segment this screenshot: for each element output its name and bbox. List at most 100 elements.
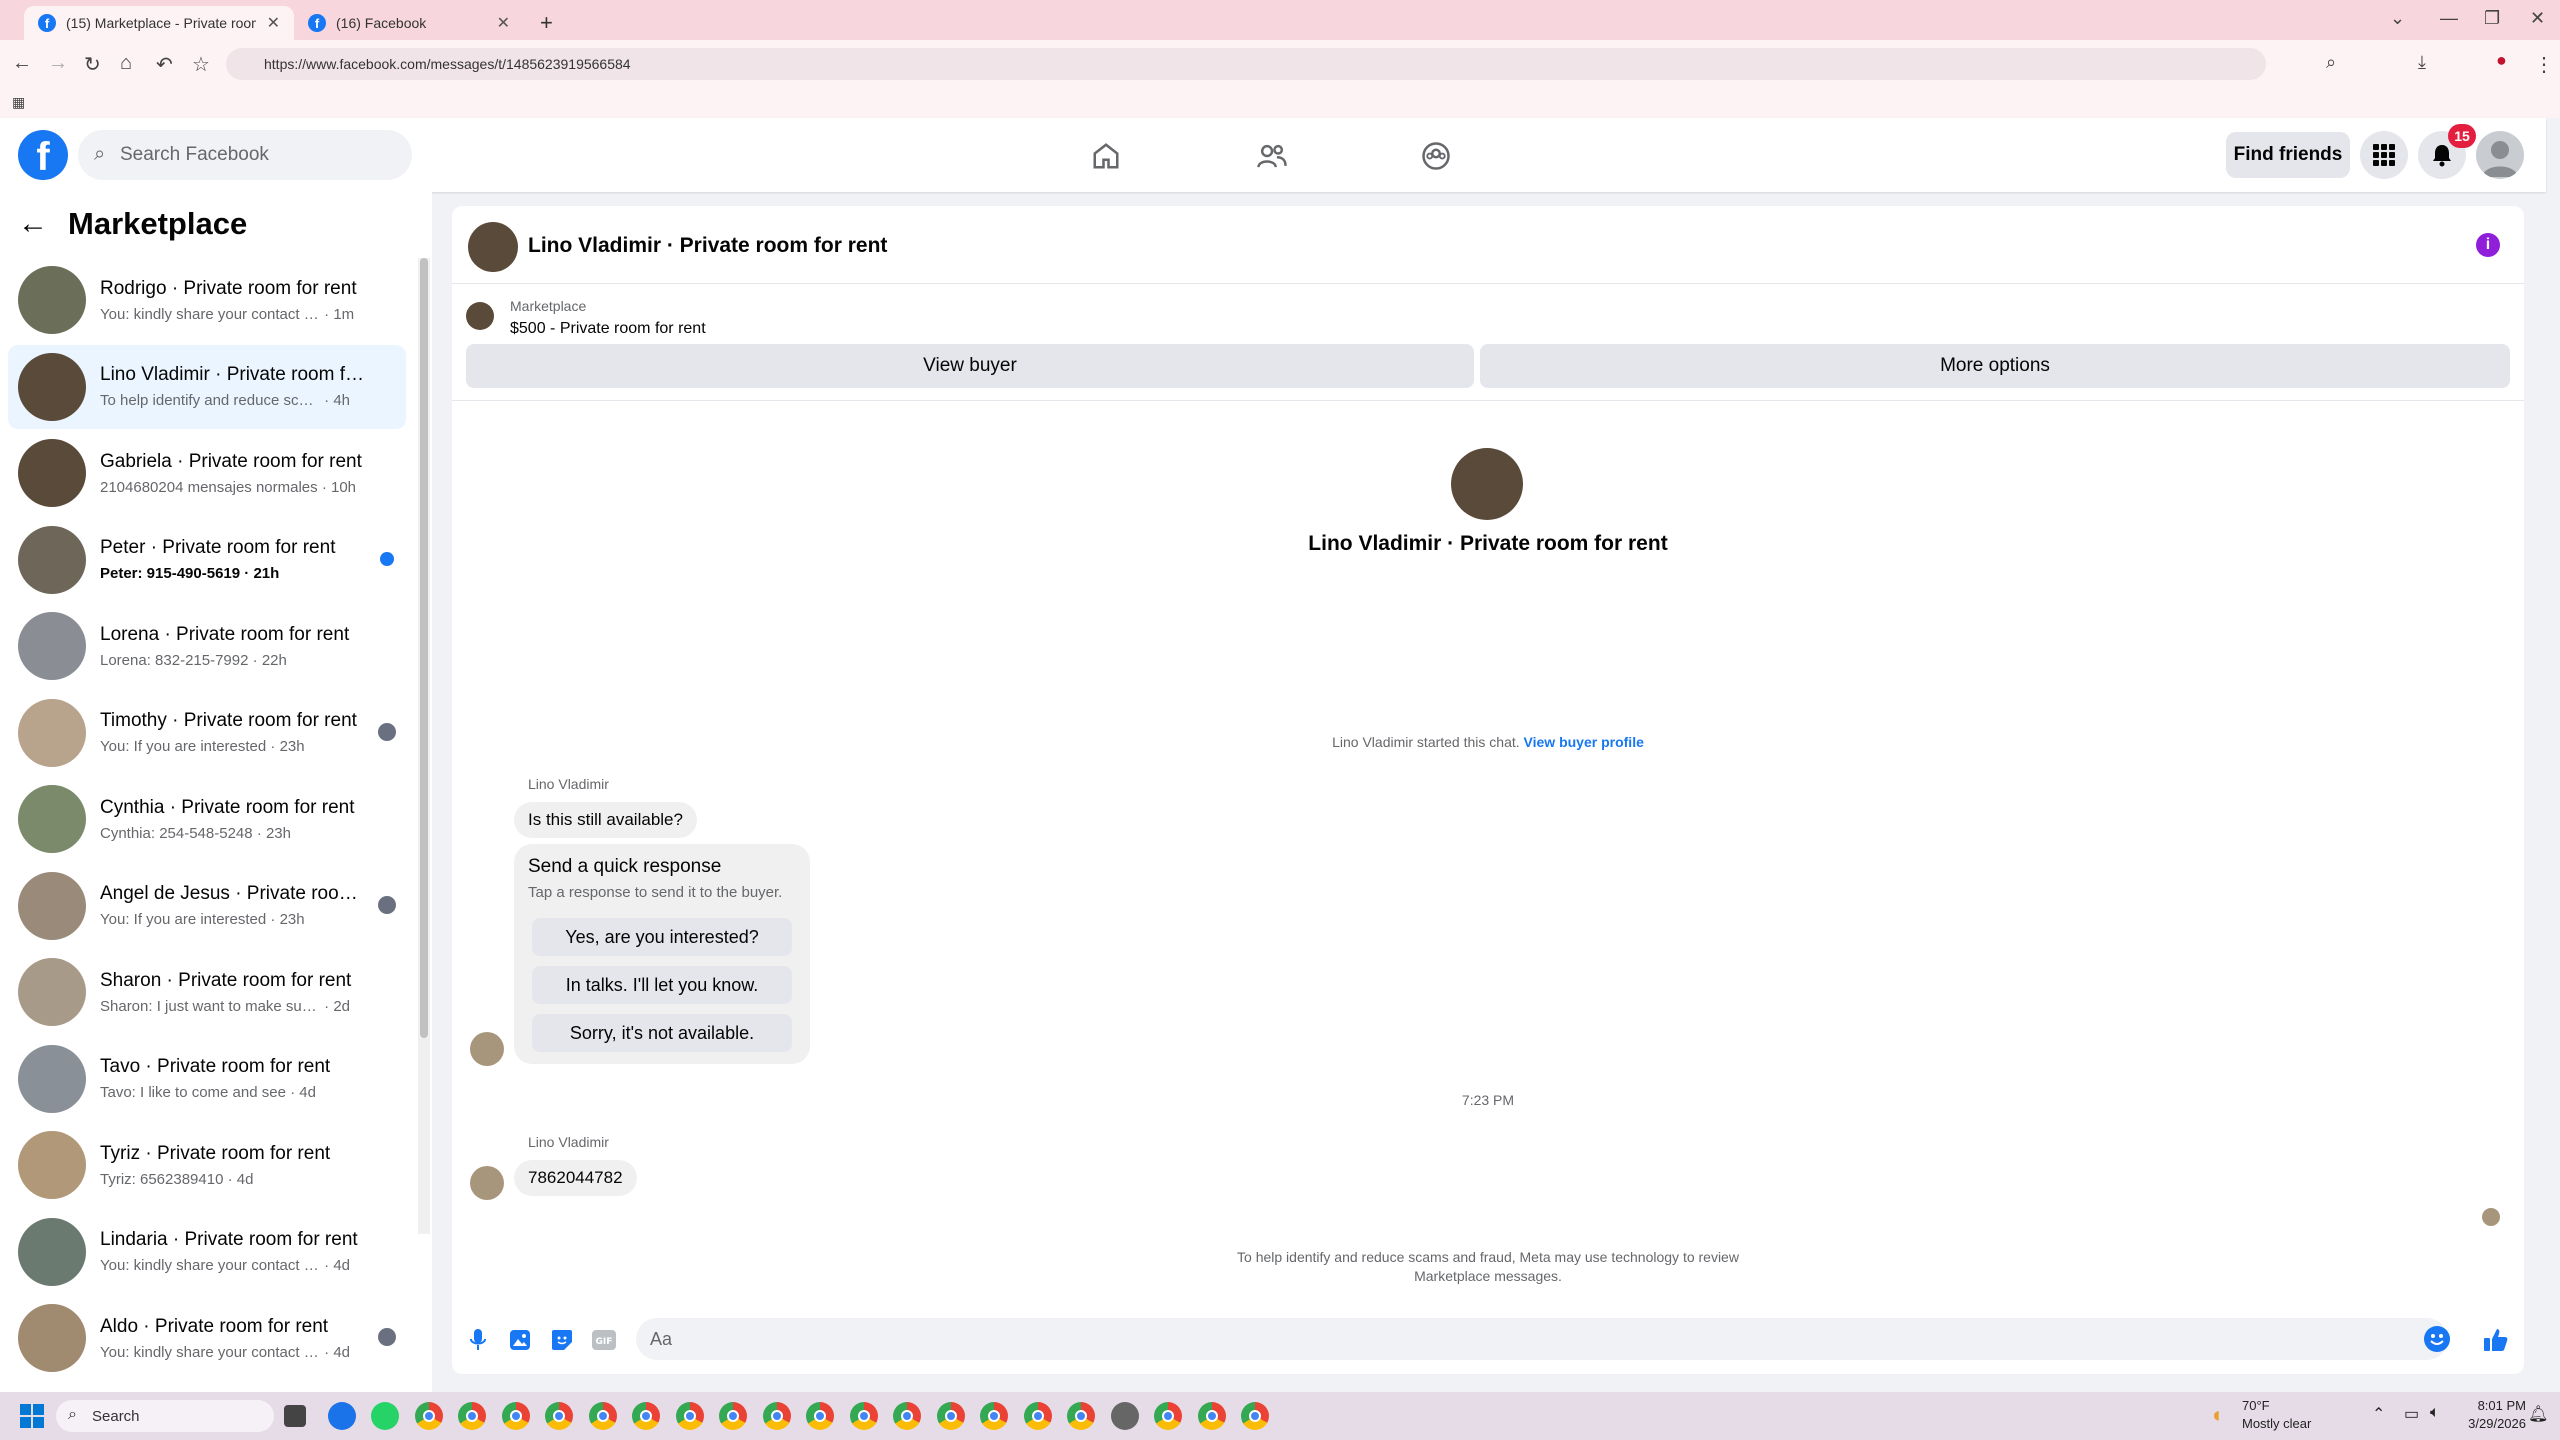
chrome-icon[interactable] <box>675 1402 704 1430</box>
account-avatar[interactable] <box>2476 131 2524 179</box>
home-icon[interactable] <box>1086 136 1126 176</box>
task-view-icon[interactable] <box>284 1405 306 1427</box>
chrome-icon[interactable] <box>414 1402 443 1430</box>
groups-icon[interactable] <box>1416 136 1456 176</box>
chrome-icon[interactable] <box>588 1402 617 1430</box>
conversation-item[interactable]: Aldo · Private room for rent You: kindly … <box>8 1296 406 1380</box>
quick-response-option[interactable]: Yes, are you interested? <box>532 918 792 956</box>
microphone-icon[interactable] <box>466 1328 490 1352</box>
apps-grid-icon[interactable]: ▦ <box>12 94 25 111</box>
conversation-item[interactable]: Gabriela · Private room for rent 21046802… <box>8 431 406 515</box>
info-icon[interactable]: i <box>2476 233 2500 257</box>
message-bubble: Is this still available? <box>514 802 697 838</box>
more-options-button[interactable]: More options <box>1480 344 2510 388</box>
conversation-item[interactable]: Cynthia · Private room for rent Cynthia: … <box>8 777 406 861</box>
conversation-item[interactable]: Sharon · Private room for rent Sharon: I … <box>8 950 406 1034</box>
scrollbar-thumb[interactable] <box>420 258 428 1038</box>
windows-start-icon[interactable] <box>20 1404 44 1433</box>
chrome-icon[interactable] <box>1154 1402 1182 1430</box>
whatsapp-icon[interactable] <box>371 1402 399 1430</box>
weather-desc[interactable]: Mostly clear <box>2242 1416 2311 1431</box>
chrome-icon[interactable] <box>936 1402 965 1430</box>
photo-icon[interactable] <box>508 1328 532 1352</box>
view-buyer-button[interactable]: View buyer <box>466 344 1474 388</box>
back-icon[interactable]: ← <box>12 52 32 75</box>
message-input[interactable]: Aa <box>636 1318 2448 1360</box>
network-icon[interactable]: ▭ <box>2404 1404 2419 1424</box>
quick-response-option[interactable]: Sorry, it's not available. <box>532 1014 792 1052</box>
chrome-icon[interactable] <box>719 1402 747 1430</box>
chat-title[interactable]: Lino Vladimir · Private room for rent <box>528 234 887 258</box>
profile-icon[interactable]: ● <box>2496 50 2507 71</box>
chrome-icon[interactable] <box>1241 1402 1269 1430</box>
chevron-up-icon[interactable]: ⌃ <box>2372 1404 2385 1424</box>
conversation-item[interactable]: Lindaria · Private room for rent You: kin… <box>8 1210 406 1294</box>
restore-icon[interactable]: ❐ <box>2484 8 2500 29</box>
volume-icon[interactable]: 🔈︎ <box>2430 1404 2440 1422</box>
search-icon[interactable]: ⌕ <box>2326 52 2336 73</box>
weather-icon[interactable]: ◐ <box>2212 1402 2225 1428</box>
reload-icon[interactable]: ↻ <box>84 52 101 77</box>
conversation-item[interactable]: Tavo · Private room for rent Tavo: I like… <box>8 1037 406 1121</box>
facebook-logo[interactable]: f <box>18 130 68 180</box>
clock-date[interactable]: 3/29/2026 <box>2452 1416 2526 1431</box>
home-icon[interactable]: ⌂ <box>120 52 132 75</box>
chrome-icon[interactable] <box>1197 1402 1226 1430</box>
minimize-icon[interactable]: — <box>2440 8 2458 29</box>
clock-time[interactable]: 8:01 PM <box>2462 1398 2526 1413</box>
close-tab-icon[interactable]: ✕ <box>267 13 280 33</box>
buyer-avatar-large[interactable] <box>1451 448 1523 520</box>
conversation-item[interactable]: Lorena · Private room for rent Lorena: 83… <box>8 604 406 688</box>
sticker-icon[interactable] <box>550 1328 574 1352</box>
sender-avatar[interactable] <box>470 1166 504 1200</box>
conversation-item[interactable]: Angel de Jesus · Private room ... You: If… <box>8 864 406 948</box>
tab-search-icon[interactable]: ⌄ <box>2390 8 2405 29</box>
back-arrow-icon[interactable]: ← <box>18 207 48 241</box>
emoji-icon[interactable] <box>2424 1326 2450 1352</box>
taskbar-search[interactable]: ⌕ Search <box>56 1400 274 1432</box>
forward-icon[interactable]: → <box>48 52 68 75</box>
chrome-icon[interactable] <box>1023 1402 1052 1430</box>
quick-response-option[interactable]: In talks. I'll let you know. <box>532 966 792 1004</box>
sidebar-scrollbar[interactable] <box>418 258 430 1234</box>
new-tab-button[interactable]: + <box>530 6 563 40</box>
weather-temp[interactable]: 70°F <box>2242 1398 2270 1413</box>
chrome-icon[interactable] <box>501 1402 530 1430</box>
menu-icon[interactable]: ⋮ <box>2534 52 2554 77</box>
view-buyer-profile-link[interactable]: View buyer profile <box>1524 734 1644 750</box>
chrome-icon[interactable] <box>980 1402 1008 1430</box>
find-friends-button[interactable]: Find friends <box>2226 132 2350 178</box>
sender-avatar[interactable] <box>470 1032 504 1066</box>
chrome-icon[interactable] <box>849 1402 878 1430</box>
chrome-icon[interactable] <box>806 1402 834 1430</box>
chrome-icon[interactable] <box>632 1402 660 1430</box>
close-window-icon[interactable]: ✕ <box>2530 8 2545 29</box>
chrome-icon[interactable] <box>893 1402 921 1430</box>
conversation-item[interactable]: Lino Vladimir · Private room for ... To h… <box>8 344 406 429</box>
conversation-item[interactable]: Rodrigo · Private room for rent You: kind… <box>8 258 406 342</box>
edge-icon[interactable] <box>327 1402 356 1430</box>
gif-icon[interactable]: GIF <box>592 1328 616 1352</box>
browser-tab[interactable]: f (15) Marketplace - Private room ✕ <box>24 6 294 40</box>
url-field[interactable]: https://www.facebook.com/messages/t/1485… <box>226 48 2266 80</box>
friends-icon[interactable] <box>1252 136 1292 176</box>
menu-grid-icon[interactable] <box>2360 131 2408 179</box>
search-input[interactable]: ⌕ Search Facebook <box>78 130 412 180</box>
chrome-icon[interactable] <box>545 1402 573 1430</box>
download-icon[interactable]: ⤓ <box>2418 52 2426 73</box>
settings-icon[interactable] <box>1110 1402 1139 1430</box>
undo-icon[interactable]: ↶ <box>156 52 173 77</box>
conversation-item[interactable]: Peter · Private room for rent Peter: 915-… <box>8 518 406 602</box>
close-tab-icon[interactable]: ✕ <box>497 13 510 33</box>
chrome-icon[interactable] <box>762 1402 791 1430</box>
chrome-icon[interactable] <box>1067 1402 1095 1430</box>
like-thumb-icon[interactable] <box>2482 1326 2510 1354</box>
chat-avatar[interactable] <box>468 222 518 272</box>
notification-center-icon[interactable]: 🔔︎ <box>2528 1404 2548 1424</box>
browser-tab[interactable]: f (16) Facebook ✕ <box>294 6 524 40</box>
bookmark-star-icon[interactable]: ☆ <box>192 52 210 77</box>
app-icon-center <box>1075 1410 1087 1422</box>
conversation-item[interactable]: Timothy · Private room for rent You: If y… <box>8 691 406 775</box>
chrome-icon[interactable] <box>458 1402 486 1430</box>
conversation-item[interactable]: Tyriz · Private room for rent Tyriz: 6562… <box>8 1123 406 1207</box>
